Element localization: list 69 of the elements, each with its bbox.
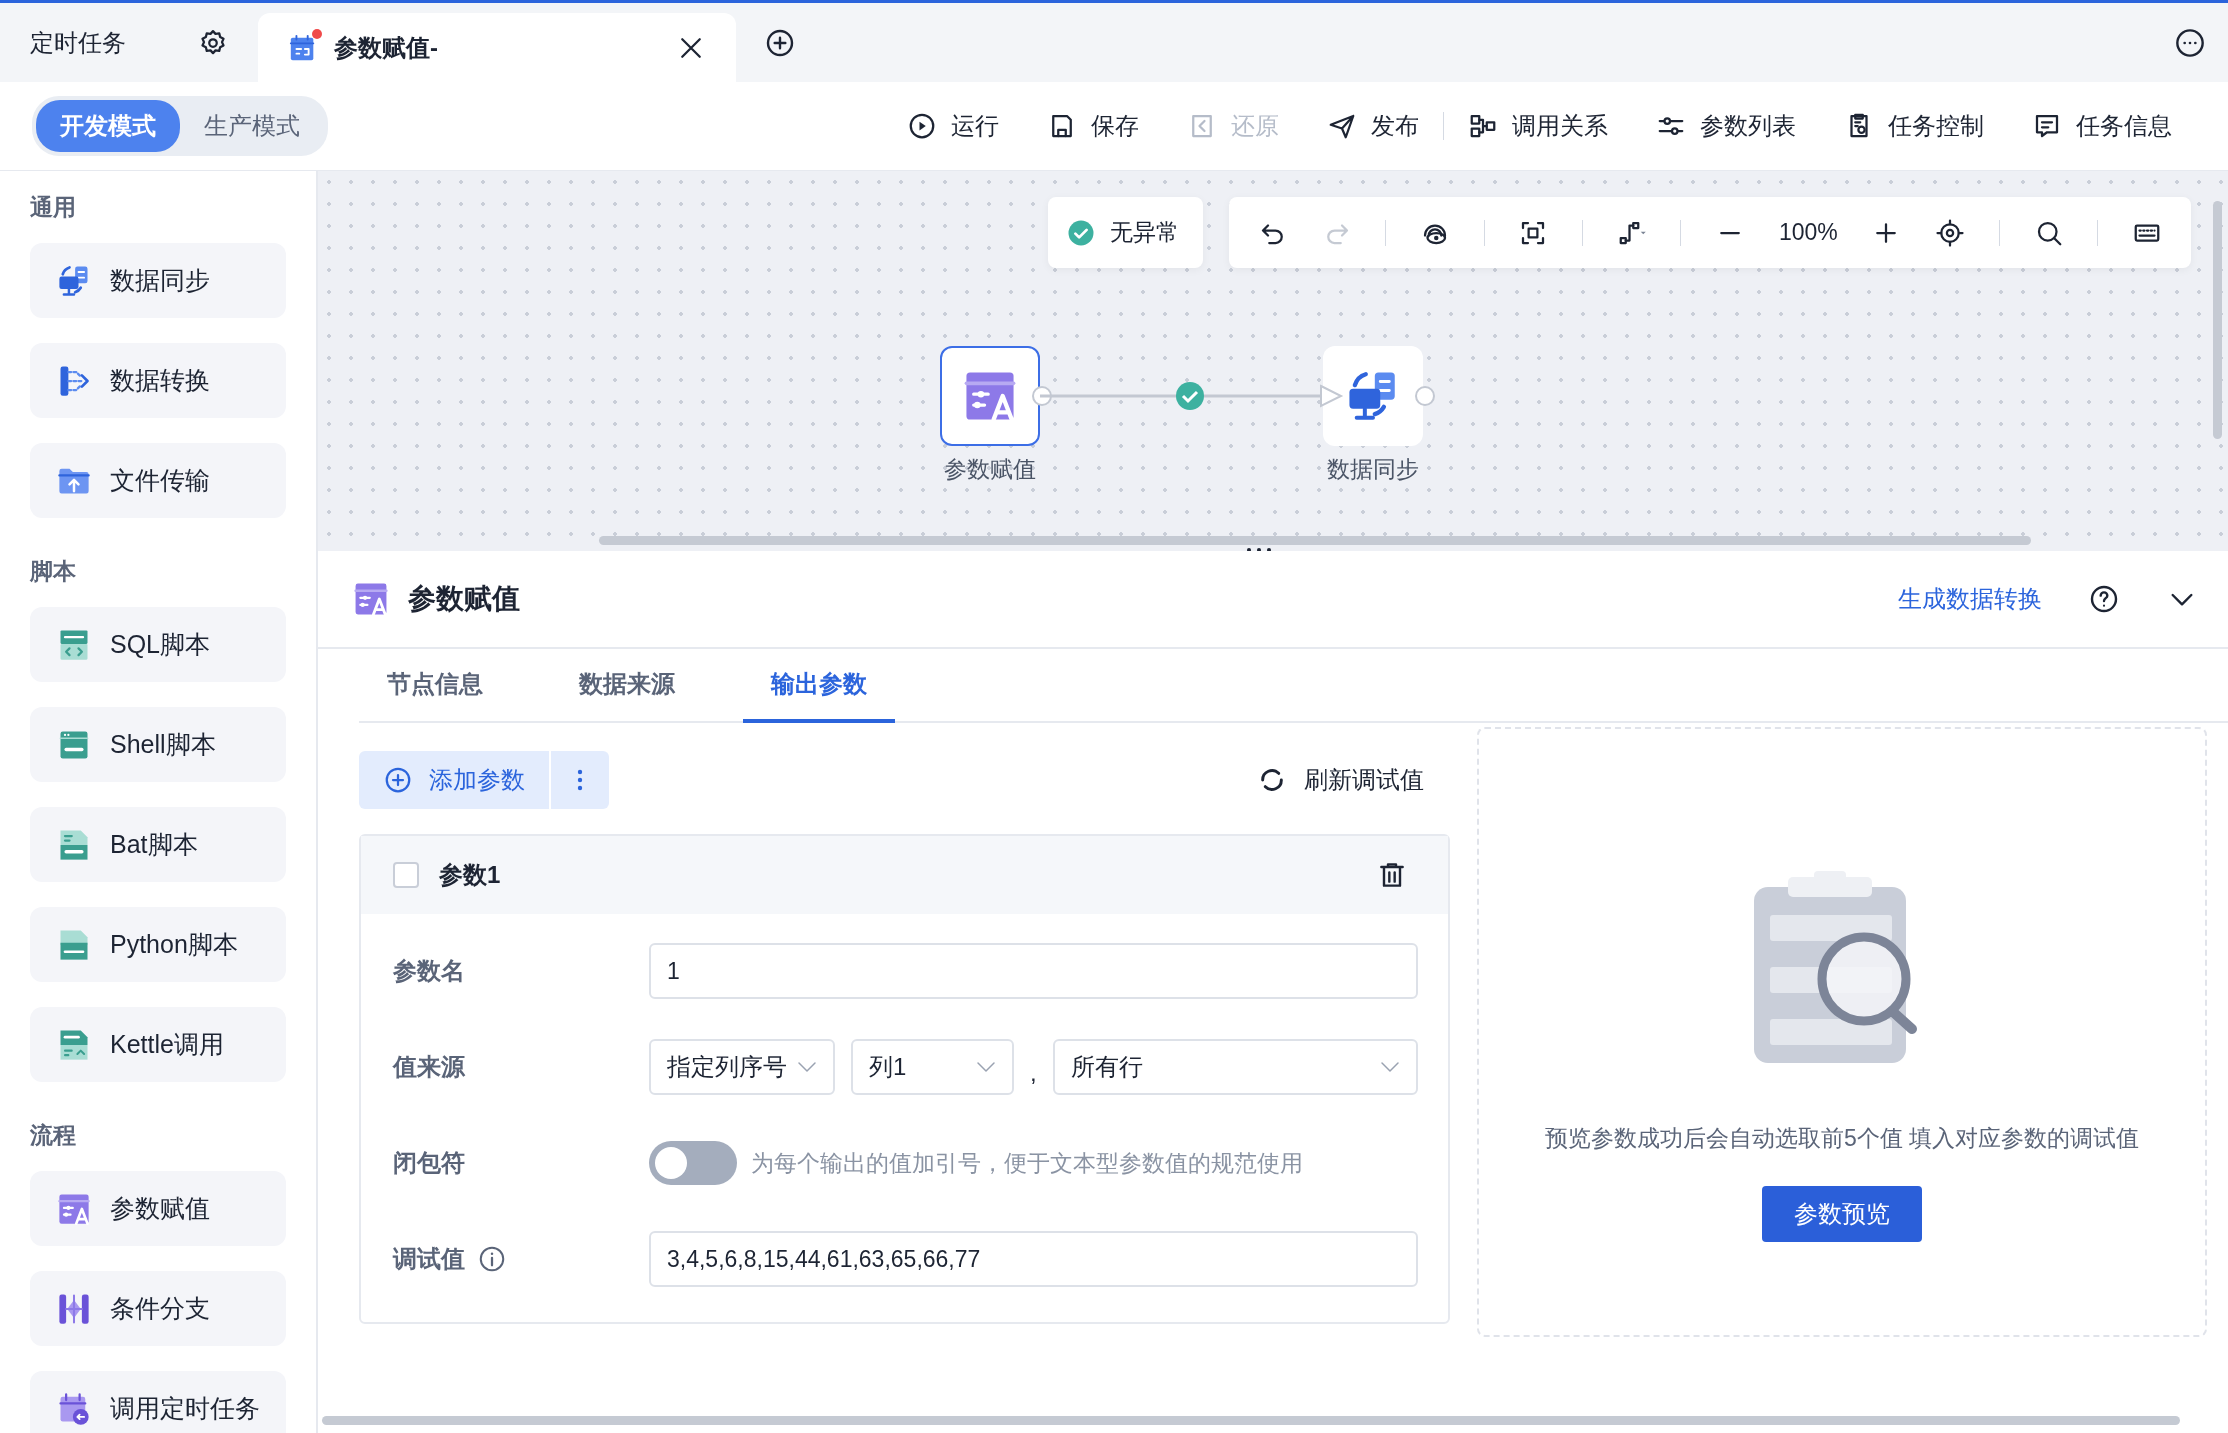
node-palette-item[interactable]: Kettle调用 [30,1007,286,1082]
zoom-level: 100% [1778,219,1838,246]
locate-icon[interactable] [1935,217,1966,248]
toolbar-button[interactable]: 任务信息 [2008,110,2196,142]
node-palette-item[interactable]: Shell脚本 [30,707,286,782]
field-label: 调试值 [393,1244,465,1274]
node-palette-item[interactable]: 参数赋值 [30,1171,286,1246]
parameter-title: 参数1 [439,860,501,890]
toolbar-button[interactable]: 保存 [1023,110,1163,142]
dropdown[interactable]: 指定列序号 [649,1039,835,1095]
scrollbar[interactable] [322,1416,2180,1425]
tab-label: 参数赋值- [334,32,439,63]
tab[interactable]: 节点信息 [359,649,511,723]
section-title: 脚本 [30,557,77,586]
help-icon[interactable] [2088,583,2120,615]
tab[interactable]: 输出参数 [743,649,895,723]
toolbar-button[interactable]: 运行 [883,110,1023,142]
panel-title: 参数赋值 [408,582,520,616]
mode-option[interactable]: 开发模式 [36,100,180,152]
preview-hint: 预览参数成功后会自动选取前5个值 填入对应参数的调试值 [1544,1124,2140,1153]
node-palette-item[interactable]: Python脚本 [30,907,286,982]
status-badge: 无异常 [1048,197,1203,268]
node-palette-item[interactable]: Bat脚本 [30,807,286,882]
scrollbar[interactable] [2213,201,2222,439]
tab[interactable]: 数据来源 [551,649,703,723]
section-title: 通用 [30,193,77,222]
more-icon[interactable] [2174,26,2206,59]
toolbar-button[interactable]: 发布 [1303,110,1443,142]
toolbar-button[interactable]: 参数列表 [1632,110,1820,142]
mode-switch[interactable]: 开发模式 生产模式 [32,96,328,156]
field-label: 参数名 [393,956,465,986]
node-palette-item[interactable]: 调用定时任务 [30,1371,286,1433]
toolbar-button[interactable]: 调用关系 [1444,110,1632,142]
add-parameter-button[interactable]: 添加参数 [359,751,549,809]
calendar-return-icon [56,1390,92,1427]
generate-link[interactable]: 生成数据转换 [1898,583,2042,615]
tab[interactable]: 定时任务 [0,3,258,82]
flow-node[interactable] [940,346,1040,446]
flow-node[interactable] [1323,346,1423,446]
node-label: 数据同步 [1326,455,1420,484]
hint-text: 为每个输出的值加引号，便于文本型参数值的规范使用 [751,1148,1303,1178]
separator: , [1030,1059,1037,1087]
toggle-switch[interactable] [649,1141,737,1185]
preview-button[interactable]: 参数预览 [1762,1186,1922,1242]
section-title: 流程 [30,1121,77,1150]
node-palette-item[interactable]: 文件传输 [30,443,286,518]
input-field[interactable]: 3,4,5,6,8,15,44,61,63,65,66,77 [649,1231,1418,1287]
scrollbar[interactable] [599,536,2031,545]
field-label: 值来源 [393,1052,465,1082]
node-palette-item[interactable]: 数据转换 [30,343,286,418]
toolbar-button[interactable]: 任务控制 [1820,110,2008,142]
input-field[interactable]: 1 [649,943,1418,999]
tab-label: 定时任务 [30,27,126,58]
play-icon [907,111,937,141]
node-label: 参数赋值 [943,455,1037,484]
add-icon [383,765,413,795]
dropdown[interactable]: 所有行 [1052,1039,1418,1095]
node-palette-item[interactable]: SQL脚本 [30,607,286,682]
kebab-icon [577,769,583,791]
field-label: 闭包符 [393,1148,465,1178]
dropdown[interactable]: 列1 [851,1039,1014,1095]
checkbox[interactable] [393,862,419,888]
node-palette-item[interactable]: 条件分支 [30,1271,286,1346]
node-palette-item[interactable]: 数据同步 [30,243,286,318]
tab[interactable]: 参数赋值- [258,13,736,82]
flow-canvas[interactable]: 无异常 100% 参数赋值 数据同步 [318,171,2228,551]
info-icon [477,1244,507,1274]
refresh-button[interactable]: 刷新调试值 [1250,763,1430,797]
mode-option[interactable]: 生产模式 [180,100,324,152]
